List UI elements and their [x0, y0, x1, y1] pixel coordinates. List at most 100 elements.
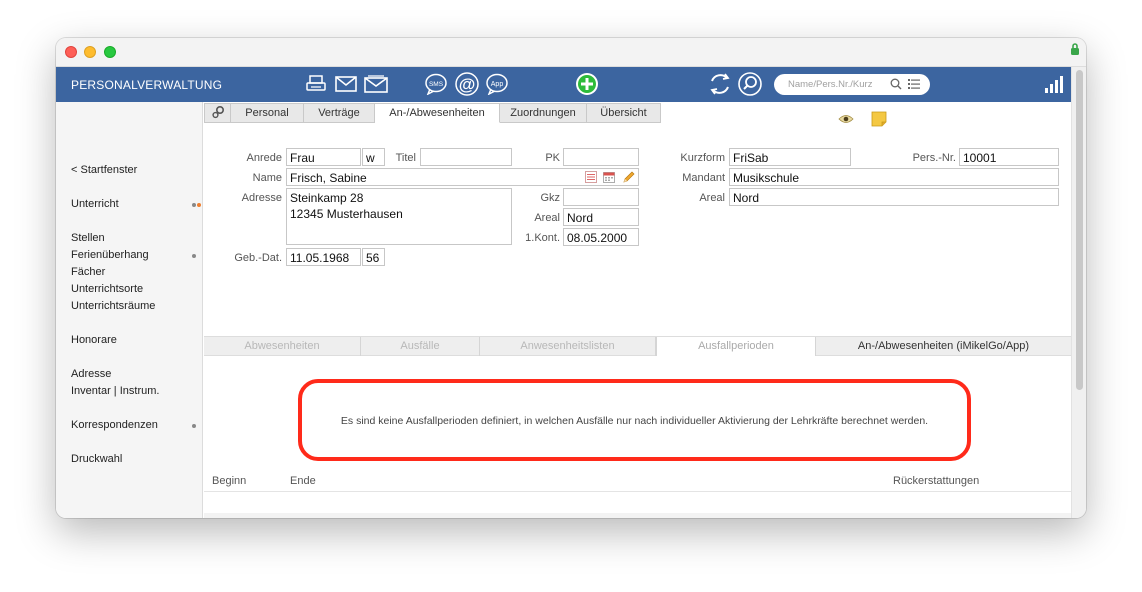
sidebar-item-korrespondenzen[interactable]: Korrespondenzen: [71, 419, 158, 431]
svg-text:SMS: SMS: [429, 81, 444, 88]
refresh-icon[interactable]: [707, 73, 733, 95]
app-icon[interactable]: App: [484, 73, 510, 95]
adresse-line1: Steinkamp 28: [290, 191, 364, 205]
subtab-abwesenheiten[interactable]: Abwesenheiten: [204, 337, 361, 356]
sidebar: < Startfenster Unterricht Stellen Ferien…: [56, 102, 203, 518]
mandant-label: Mandant: [682, 172, 725, 184]
main-tabs: Personal Verträge An-/Abwesenheiten Zuor…: [204, 103, 661, 124]
column-header-ende[interactable]: Ende: [290, 475, 316, 487]
gebdat-label: Geb.-Dat.: [234, 252, 282, 264]
sms-icon[interactable]: SMS: [424, 73, 448, 95]
sidebar-item-ferienueberhang[interactable]: Ferienüberhang: [71, 249, 149, 261]
app-toolbar: PERSONALVERWALTUNG SMS @ App Name/Pers.N…: [56, 67, 1071, 102]
notice-box: Es sind keine Ausfallperioden definiert,…: [298, 379, 971, 461]
areal-label-left: Areal: [534, 212, 560, 224]
kont-field[interactable]: 08.05.2000: [563, 228, 639, 246]
sidebar-item-startfenster[interactable]: < Startfenster: [71, 164, 137, 176]
search-input[interactable]: Name/Pers.Nr./Kurz: [774, 74, 930, 95]
tab-an-abwesenheiten[interactable]: An-/Abwesenheiten: [375, 103, 500, 123]
at-icon[interactable]: @: [454, 72, 480, 96]
areal-field-right[interactable]: Nord: [729, 188, 1059, 206]
tab-personal[interactable]: Personal: [231, 103, 304, 123]
vertical-scrollbar[interactable]: [1071, 67, 1086, 518]
gkz-field[interactable]: [563, 188, 639, 206]
subtab-anwesenheitslisten[interactable]: Anwesenheitslisten: [480, 337, 656, 356]
pk-label: PK: [545, 152, 560, 164]
subtab-ausfallperioden[interactable]: Ausfallperioden: [656, 337, 816, 356]
age-field: 56: [362, 248, 385, 266]
gender-field[interactable]: w: [362, 148, 385, 166]
gebdat-field[interactable]: 11.05.1968: [286, 248, 361, 266]
printer-icon[interactable]: [304, 73, 328, 95]
tab-vertraege[interactable]: Verträge: [304, 103, 375, 123]
lock-icon: [1071, 43, 1079, 55]
anrede-field[interactable]: Frau: [286, 148, 361, 166]
sidebar-item-druckwahl[interactable]: Druckwahl: [71, 453, 122, 465]
scrollbar-thumb[interactable]: [1076, 70, 1083, 390]
note-icon[interactable]: [871, 111, 887, 127]
table-row[interactable]: [204, 513, 1071, 518]
sidebar-item-stellen[interactable]: Stellen: [71, 232, 105, 244]
areal-field-left[interactable]: Nord: [563, 208, 639, 226]
titel-label: Titel: [395, 152, 416, 164]
gears-icon: [211, 105, 224, 119]
sidebar-indicator-dot: [192, 424, 196, 428]
titel-field[interactable]: [420, 148, 512, 166]
adresse-label: Adresse: [241, 192, 282, 204]
svg-text:App: App: [491, 81, 504, 88]
column-header-rueckerstattungen[interactable]: Rückerstattungen: [893, 475, 979, 487]
main-content: Personal Verträge An-/Abwesenheiten Zuor…: [204, 102, 1071, 518]
subtab-ausfaelle[interactable]: Ausfälle: [361, 337, 480, 356]
search-placeholder: Name/Pers.Nr./Kurz: [788, 79, 873, 90]
search-icon[interactable]: [737, 72, 763, 96]
kont-label: 1.Kont.: [525, 232, 560, 244]
tab-zuordnungen[interactable]: Zuordnungen: [500, 103, 587, 123]
add-icon[interactable]: [575, 73, 599, 95]
anrede-label: Anrede: [246, 152, 282, 164]
kurzform-label: Kurzform: [680, 152, 725, 164]
sidebar-item-faecher[interactable]: Fächer: [71, 266, 105, 278]
signal-icon: [1045, 76, 1063, 93]
mandant-field[interactable]: Musikschule: [729, 168, 1059, 186]
table-header-divider: [204, 491, 1071, 492]
sidebar-item-inventar[interactable]: Inventar | Instrum.: [71, 385, 159, 397]
sidebar-item-unterrichtsorte[interactable]: Unterrichtsorte: [71, 283, 143, 295]
minimize-window-button[interactable]: [84, 46, 96, 58]
areal-label-right: Areal: [699, 192, 725, 204]
mail-open-icon[interactable]: [363, 73, 389, 95]
column-header-beginn[interactable]: Beginn: [212, 475, 246, 487]
sidebar-indicator-dot: [192, 203, 196, 207]
sidebar-indicator-dot: [192, 254, 196, 258]
pk-field[interactable]: [563, 148, 639, 166]
kurzform-field[interactable]: FriSab: [729, 148, 851, 166]
zoom-window-button[interactable]: [104, 46, 116, 58]
name-label: Name: [252, 172, 282, 184]
adresse-line2: 12345 Musterhausen: [290, 207, 403, 221]
app-window: PERSONALVERWALTUNG SMS @ App Name/Pers.N…: [56, 38, 1086, 518]
persnr-label: Pers.-Nr.: [912, 152, 956, 164]
tab-uebersicht[interactable]: Übersicht: [587, 103, 661, 123]
notice-text: Es sind keine Ausfallperioden definiert,…: [340, 415, 929, 427]
close-window-button[interactable]: [65, 46, 77, 58]
sub-tabs: Abwesenheiten Ausfälle Anwesenheitsliste…: [204, 336, 1071, 356]
eye-icon[interactable]: [838, 113, 854, 125]
search-field-icon[interactable]: [890, 78, 902, 90]
list-view-icon[interactable]: [585, 171, 597, 183]
sidebar-indicator-dot-orange: [197, 203, 201, 207]
persnr-field[interactable]: 10001: [959, 148, 1059, 166]
sidebar-item-adresse[interactable]: Adresse: [71, 368, 111, 380]
calendar-icon[interactable]: [603, 171, 615, 183]
pencil-icon[interactable]: [622, 170, 636, 184]
subtab-an-abwesenheiten-app[interactable]: An-/Abwesenheiten (iMikelGo/App): [816, 337, 1071, 356]
gkz-label: Gkz: [540, 192, 560, 204]
app-title: PERSONALVERWALTUNG: [71, 78, 223, 92]
mail-icon[interactable]: [334, 73, 358, 95]
adresse-field[interactable]: Steinkamp 28 12345 Musterhausen: [286, 188, 512, 245]
sidebar-item-honorare[interactable]: Honorare: [71, 334, 117, 346]
list-icon[interactable]: [908, 79, 920, 89]
svg-text:@: @: [459, 75, 476, 94]
tab-settings[interactable]: [204, 103, 231, 123]
title-bar: [56, 38, 1086, 67]
sidebar-item-unterrichtsraeume[interactable]: Unterrichtsräume: [71, 300, 155, 312]
sidebar-item-unterricht[interactable]: Unterricht: [71, 198, 119, 210]
